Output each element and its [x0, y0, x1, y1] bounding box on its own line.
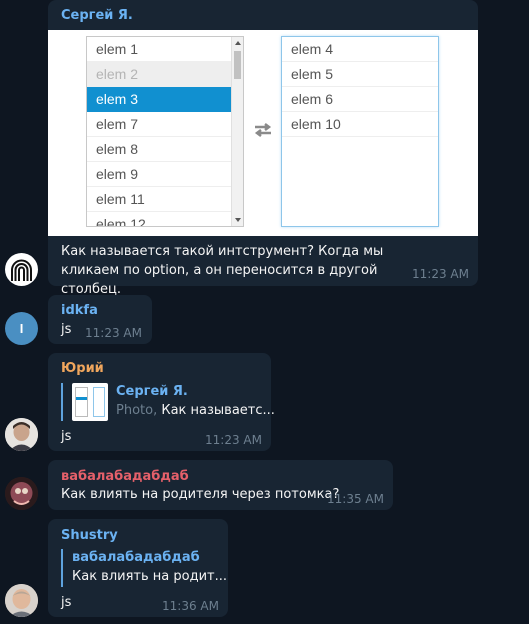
avatar-letter: I — [19, 321, 24, 336]
message-time-vaba: 11:35 AM — [327, 492, 384, 506]
message-text-vaba: Как влиять на родителя через потомка? — [61, 487, 340, 502]
list-option[interactable]: elem 8 — [87, 137, 231, 162]
reply-sender: Сергей Я. — [116, 384, 188, 399]
message-time-yuriy: 11:23 AM — [205, 433, 262, 447]
reply-text: Как называетс... — [161, 403, 275, 418]
list-option[interactable]: elem 10 — [282, 112, 438, 137]
list-scrollbar[interactable] — [231, 37, 243, 226]
reply-preview-yuriy[interactable]: Сергей Я. Photo, Как называетс... — [61, 383, 275, 421]
sender-name-vaba[interactable]: вабалабадабдаб — [61, 469, 189, 484]
message-time-sergey: 11:23 AM — [412, 267, 469, 281]
list-option[interactable]: elem 12 — [87, 212, 231, 226]
photo-avatar-icon — [5, 477, 38, 510]
message-time-shustry: 11:36 AM — [162, 599, 219, 613]
avatar-idkfa[interactable]: I — [5, 312, 38, 345]
message-text-yuriy: js — [61, 429, 72, 444]
sender-name-yuriy[interactable]: Юрий — [61, 361, 104, 376]
avatar-shustry[interactable] — [5, 584, 38, 617]
reply-photo-thumbnail — [72, 383, 108, 421]
avatar-vaba[interactable] — [5, 477, 38, 510]
reply-prefix: Photo, — [116, 403, 158, 418]
list-option[interactable]: elem 5 — [282, 62, 438, 87]
reply-preview-shustry[interactable]: вабалабадабдаб Как влиять на родит... — [61, 549, 227, 587]
list-option[interactable]: elem 9 — [87, 162, 231, 187]
avatar-yuriy[interactable] — [5, 418, 38, 451]
left-option-list: elem 1 elem 2 elem 3 elem 7 elem 8 elem 9 elem… — [86, 36, 244, 227]
photo-avatar-icon — [5, 418, 38, 451]
scroll-thumb[interactable] — [234, 51, 241, 79]
list-option[interactable]: elem 3 — [87, 87, 231, 112]
message-photo[interactable]: elem 1 elem 2 elem 3 elem 7 elem 8 elem 9 elem… — [48, 30, 478, 236]
sender-name-idkfa[interactable]: idkfa — [61, 303, 98, 318]
avatar-sergey[interactable] — [5, 253, 38, 286]
reply-sender: вабалабадабдаб — [72, 550, 200, 565]
scroll-up-arrow-icon[interactable] — [235, 41, 241, 45]
list-option[interactable]: elem 1 — [87, 37, 231, 62]
scroll-down-arrow-icon[interactable] — [235, 218, 241, 222]
message-text-shustry: js — [61, 595, 72, 610]
list-option[interactable]: elem 6 — [282, 87, 438, 112]
list-option[interactable]: elem 4 — [282, 37, 438, 62]
swap-arrows-icon[interactable] — [253, 123, 273, 137]
list-option[interactable]: elem 11 — [87, 187, 231, 212]
message-text-sergey: Как называется такой интструмент? Когда … — [61, 244, 384, 297]
sender-name-sergey[interactable]: Сергей Я. — [61, 8, 133, 23]
message-text-idkfa: js — [61, 322, 72, 337]
sender-name-shustry[interactable]: Shustry — [61, 528, 118, 543]
message-time-idkfa: 11:23 AM — [85, 326, 142, 340]
right-option-list: elem 4 elem 5 elem 6 elem 10 — [281, 36, 439, 227]
fingerprint-logo-icon — [11, 259, 32, 281]
photo-avatar-icon — [5, 584, 38, 617]
list-option[interactable]: elem 2 — [87, 62, 231, 87]
reply-text: Как влиять на родит... — [72, 569, 227, 584]
list-option[interactable]: elem 7 — [87, 112, 231, 137]
